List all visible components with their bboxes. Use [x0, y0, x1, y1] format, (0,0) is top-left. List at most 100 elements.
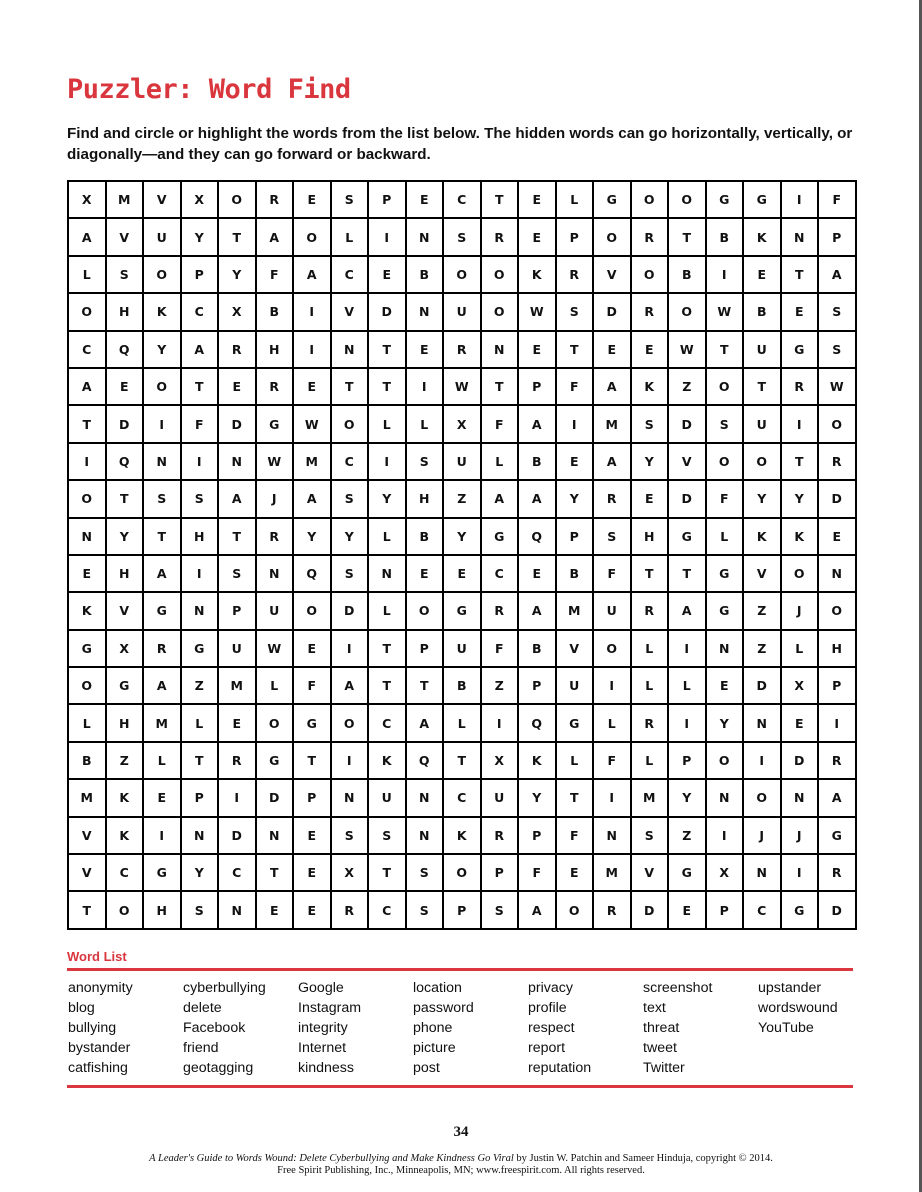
grid-cell[interactable]: W [704, 292, 744, 332]
grid-cell[interactable]: H [104, 703, 144, 743]
grid-cell[interactable]: O [629, 254, 669, 295]
grid-cell[interactable]: D [367, 292, 407, 332]
grid-cell[interactable]: S [179, 890, 219, 930]
grid-cell[interactable]: M [592, 853, 632, 893]
grid-cell[interactable]: L [179, 703, 219, 743]
grid-cell[interactable]: K [367, 740, 407, 781]
grid-cell[interactable]: T [104, 479, 144, 519]
grid-cell[interactable]: I [817, 703, 857, 743]
grid-cell[interactable]: T [554, 329, 594, 369]
grid-cell[interactable]: E [629, 329, 669, 369]
grid-cell[interactable]: O [817, 591, 857, 631]
grid-cell[interactable]: A [517, 890, 557, 930]
grid-cell[interactable]: A [292, 479, 332, 519]
grid-cell[interactable]: X [179, 179, 219, 220]
grid-cell[interactable]: T [142, 516, 182, 556]
grid-cell[interactable]: C [329, 441, 369, 482]
grid-cell[interactable]: Y [554, 479, 594, 519]
grid-cell[interactable]: Y [292, 516, 332, 556]
grid-cell[interactable]: R [254, 179, 294, 220]
grid-cell[interactable]: B [442, 666, 482, 706]
grid-cell[interactable]: I [779, 179, 819, 220]
grid-cell[interactable]: Y [667, 778, 707, 818]
grid-cell[interactable]: O [742, 778, 782, 818]
grid-cell[interactable]: E [442, 553, 482, 594]
grid-cell[interactable]: U [742, 404, 782, 444]
grid-cell[interactable]: I [179, 441, 219, 482]
grid-cell[interactable]: L [367, 516, 407, 556]
grid-cell[interactable]: T [329, 366, 369, 407]
grid-cell[interactable]: O [142, 366, 182, 407]
grid-cell[interactable]: L [554, 179, 594, 220]
grid-cell[interactable]: E [779, 292, 819, 332]
grid-cell[interactable]: A [592, 366, 632, 407]
grid-cell[interactable]: D [217, 815, 257, 856]
grid-cell[interactable]: S [367, 815, 407, 856]
grid-cell[interactable]: N [404, 217, 444, 257]
grid-cell[interactable]: L [479, 441, 519, 482]
grid-cell[interactable]: N [329, 778, 369, 818]
grid-cell[interactable]: D [817, 479, 857, 519]
grid-cell[interactable]: Y [779, 479, 819, 519]
grid-cell[interactable]: E [554, 853, 594, 893]
grid-cell[interactable]: N [404, 815, 444, 856]
grid-cell[interactable]: E [104, 366, 144, 407]
grid-cell[interactable]: F [592, 553, 632, 594]
grid-cell[interactable]: R [779, 366, 819, 407]
grid-cell[interactable]: X [67, 179, 107, 220]
grid-cell[interactable]: R [142, 628, 182, 669]
grid-cell[interactable]: N [179, 815, 219, 856]
grid-cell[interactable]: G [254, 740, 294, 781]
grid-cell[interactable]: R [479, 591, 519, 631]
grid-cell[interactable]: E [67, 553, 107, 594]
grid-cell[interactable]: A [667, 591, 707, 631]
grid-cell[interactable]: B [667, 254, 707, 295]
grid-cell[interactable]: E [142, 778, 182, 818]
grid-cell[interactable]: A [217, 479, 257, 519]
grid-cell[interactable]: E [704, 666, 744, 706]
grid-cell[interactable]: P [517, 666, 557, 706]
grid-cell[interactable]: A [517, 479, 557, 519]
grid-cell[interactable]: N [67, 516, 107, 556]
grid-cell[interactable]: M [217, 666, 257, 706]
grid-cell[interactable]: S [817, 292, 857, 332]
grid-cell[interactable]: B [67, 740, 107, 781]
grid-cell[interactable]: N [179, 591, 219, 631]
grid-cell[interactable]: F [517, 853, 557, 893]
grid-cell[interactable]: T [367, 366, 407, 407]
grid-cell[interactable]: T [667, 553, 707, 594]
grid-cell[interactable]: O [592, 217, 632, 257]
grid-cell[interactable]: E [667, 890, 707, 930]
grid-cell[interactable]: S [704, 404, 744, 444]
grid-cell[interactable]: A [404, 703, 444, 743]
grid-cell[interactable]: T [554, 778, 594, 818]
grid-cell[interactable]: F [592, 740, 632, 781]
grid-cell[interactable]: Y [367, 479, 407, 519]
grid-cell[interactable]: Q [292, 553, 332, 594]
grid-cell[interactable]: N [779, 778, 819, 818]
grid-cell[interactable]: W [667, 329, 707, 369]
grid-cell[interactable]: J [779, 591, 819, 631]
grid-cell[interactable]: G [142, 853, 182, 893]
grid-cell[interactable]: I [704, 254, 744, 295]
grid-cell[interactable]: C [742, 890, 782, 930]
grid-cell[interactable]: L [404, 404, 444, 444]
grid-cell[interactable]: R [254, 516, 294, 556]
grid-cell[interactable]: P [517, 366, 557, 407]
grid-cell[interactable]: S [629, 404, 669, 444]
grid-cell[interactable]: U [554, 666, 594, 706]
grid-cell[interactable]: Z [667, 815, 707, 856]
grid-cell[interactable]: M [292, 441, 332, 482]
grid-cell[interactable]: K [629, 366, 669, 407]
grid-cell[interactable]: D [592, 292, 632, 332]
grid-cell[interactable]: O [704, 740, 744, 781]
grid-cell[interactable]: A [254, 217, 294, 257]
grid-cell[interactable]: C [104, 853, 144, 893]
grid-cell[interactable]: Z [442, 479, 482, 519]
grid-cell[interactable]: Z [742, 628, 782, 669]
grid-cell[interactable]: I [404, 366, 444, 407]
grid-cell[interactable]: R [329, 890, 369, 930]
grid-cell[interactable]: G [442, 591, 482, 631]
grid-cell[interactable]: E [554, 441, 594, 482]
grid-cell[interactable]: T [479, 179, 519, 220]
